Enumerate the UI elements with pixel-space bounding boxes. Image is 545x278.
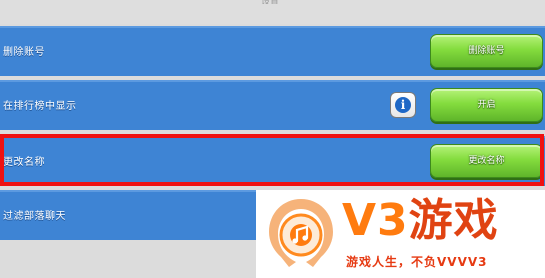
row-label-filter-clan-chat: 过滤部落聊天: [3, 211, 66, 222]
change-name-button[interactable]: 更改名称: [430, 144, 543, 178]
leaderboard-toggle-button[interactable]: 开启: [430, 88, 543, 122]
header-strip: 设置: [0, 0, 545, 24]
settings-title: 设置: [230, 0, 310, 4]
brand-slogan: 游戏人生，不负VVVV3: [346, 255, 488, 269]
row-label-delete-account: 删除账号: [3, 47, 45, 58]
watermark: V3游戏 游戏人生，不负VVVV3: [256, 190, 545, 278]
info-button[interactable]: i: [390, 92, 416, 118]
settings-row-delete-account: 删除账号 删除账号: [0, 26, 545, 76]
settings-row-change-name: 更改名称 更改名称: [0, 136, 545, 186]
info-icon: i: [395, 97, 411, 113]
delete-account-button[interactable]: 删除账号: [430, 34, 543, 68]
brand-wordmark: V3游戏: [342, 196, 499, 246]
brand-v3: V3: [342, 195, 409, 246]
row-label-change-name: 更改名称: [3, 157, 45, 168]
row-label-leaderboard: 在排行榜中显示: [3, 101, 77, 112]
settings-row-leaderboard: 在排行榜中显示 开启: [0, 80, 545, 130]
music-disc-icon: [269, 199, 333, 267]
brand-game: 游戏: [408, 195, 499, 246]
